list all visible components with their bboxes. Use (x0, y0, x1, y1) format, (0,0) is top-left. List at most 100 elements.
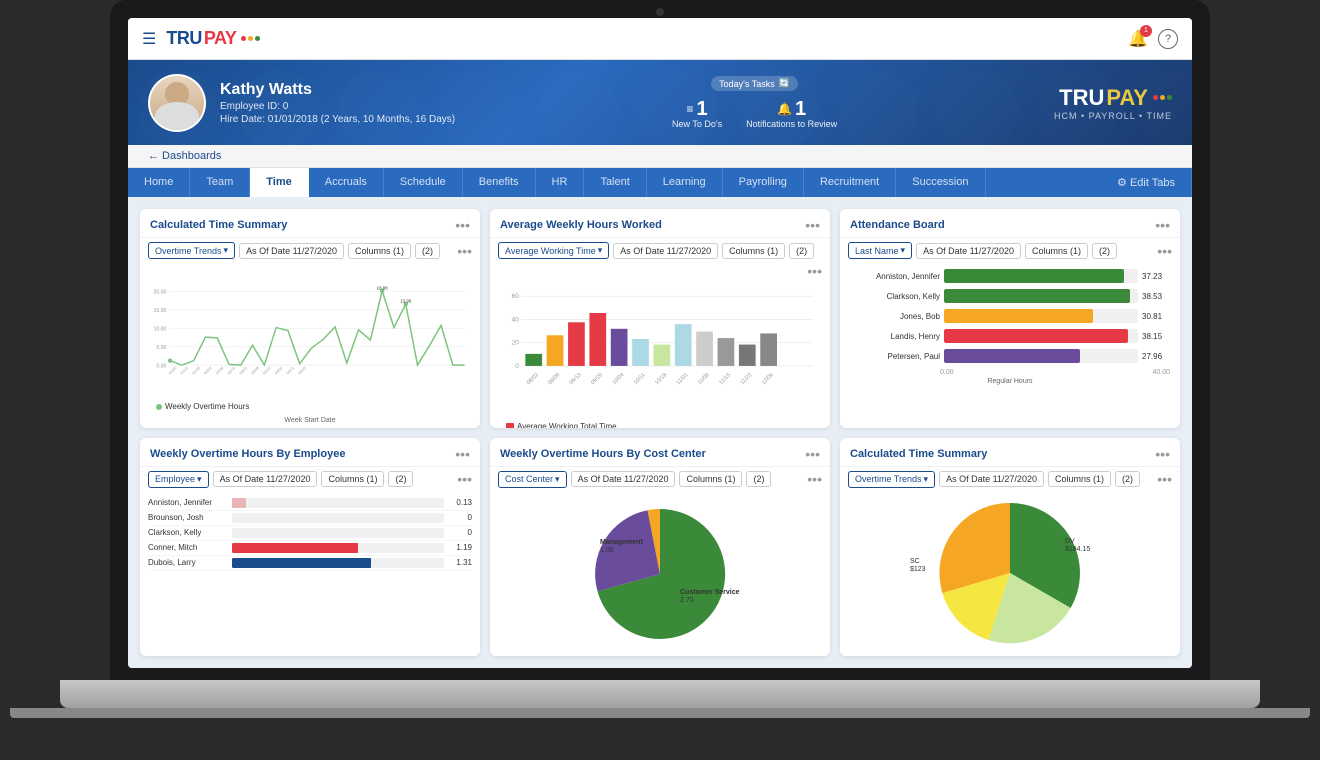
card2-body: 60 40 20 0 (490, 283, 830, 428)
tab-team[interactable]: Team (190, 168, 250, 197)
card1-filter2[interactable]: As Of Date 11/27/2020 (239, 243, 344, 259)
attendance-row-3: Jones, Bob 30.81 (850, 309, 1170, 323)
topbar-left: ☰ TRU PAY (142, 28, 260, 49)
card1-more[interactable]: ••• (457, 243, 472, 259)
employee-name-4: Landis, Henry (850, 332, 940, 341)
new-todos-count: 1 (696, 99, 707, 119)
logo-tru: TRU (166, 28, 202, 49)
svg-text:SC: SC (910, 558, 920, 565)
avatar-body (155, 102, 199, 130)
tab-hr[interactable]: HR (536, 168, 585, 197)
topbar: ☰ TRU PAY 🔔 (128, 18, 1192, 60)
card4-more[interactable]: ••• (457, 471, 472, 487)
card2-filter2[interactable]: As Of Date 11/27/2020 (613, 243, 718, 259)
card5-filter4[interactable]: (2) (746, 471, 771, 487)
tab-time[interactable]: Time (250, 168, 308, 197)
svg-text:03/01: 03/01 (239, 366, 248, 375)
card5-more[interactable]: ••• (807, 471, 822, 487)
card4-filter3[interactable]: Columns (1) (321, 471, 384, 487)
card2-filter3[interactable]: Columns (1) (722, 243, 785, 259)
laptop-base (60, 680, 1260, 708)
tab-talent[interactable]: Talent (584, 168, 646, 197)
card1-body: 20.00 15.00 10.00 5.00 0.00 (140, 263, 480, 428)
employee-id: Employee ID: 0 (220, 101, 455, 112)
card3-filter2[interactable]: As Of Date 11/27/2020 (916, 243, 1021, 259)
card5-filter1[interactable]: Cost Center ▾ (498, 471, 567, 488)
hamburger-menu[interactable]: ☰ (142, 29, 156, 49)
card1-menu[interactable]: ••• (455, 217, 470, 233)
svg-text:0: 0 (515, 363, 519, 370)
card6-menu[interactable]: ••• (1155, 446, 1170, 462)
card4-filter1[interactable]: Employee ▾ (148, 471, 209, 488)
pie-chart-container: Management 1.08 Customer Service 2.70 (498, 496, 822, 653)
laptop-frame: ☰ TRU PAY 🔔 (0, 0, 1320, 760)
employee-name-3: Jones, Bob (850, 312, 940, 321)
card3-more[interactable]: ••• (1157, 243, 1172, 259)
profile-info: Kathy Watts Employee ID: 0 Hire Date: 01… (220, 81, 455, 125)
svg-text:02/16: 02/16 (227, 366, 236, 375)
card6-filter3[interactable]: Columns (1) (1048, 471, 1111, 487)
card2-menu[interactable]: ••• (805, 217, 820, 233)
laptop-foot (10, 708, 1310, 718)
line-chart-svg: 20.00 15.00 10.00 5.00 0.00 (148, 267, 472, 397)
card-avg-weekly-hours: Average Weekly Hours Worked ••• Average … (490, 209, 830, 428)
card5-menu[interactable]: ••• (805, 446, 820, 462)
card6-filter2[interactable]: As Of Date 11/27/2020 (939, 471, 1044, 487)
card3-filter4[interactable]: (2) (1092, 243, 1117, 259)
tab-schedule[interactable]: Schedule (384, 168, 463, 197)
card5-filter2[interactable]: As Of Date 11/27/2020 (571, 471, 676, 487)
new-todos-label: New To Do's (672, 119, 722, 129)
card6-more[interactable]: ••• (1157, 471, 1172, 487)
card1-filter1[interactable]: Overtime Trends ▾ (148, 242, 235, 259)
svg-text:03/15: 03/15 (262, 366, 271, 375)
card2-more[interactable]: ••• (807, 263, 822, 279)
employee-table: Anniston, Jennifer 0.13 Brounson, Josh (148, 496, 472, 571)
bar-chart-svg: 60 40 20 0 (498, 287, 822, 417)
card1-filter4[interactable]: (2) (415, 243, 440, 259)
card1-filter3[interactable]: Columns (1) (348, 243, 411, 259)
tab-accruals[interactable]: Accruals (309, 168, 384, 197)
card4-body: Anniston, Jennifer 0.13 Brounson, Josh (140, 492, 480, 657)
card6-filter1[interactable]: Overtime Trends ▾ (848, 471, 935, 488)
card4-filter4[interactable]: (2) (388, 471, 413, 487)
tab-payrolling[interactable]: Payrolling (723, 168, 804, 197)
card2-legend: Average Working Total Time (498, 420, 822, 428)
svg-text:5.00: 5.00 (156, 345, 166, 351)
tab-learning[interactable]: Learning (647, 168, 723, 197)
card4-menu[interactable]: ••• (455, 446, 470, 462)
tab-recruitment[interactable]: Recruitment (804, 168, 896, 197)
card3-filter3[interactable]: Columns (1) (1025, 243, 1088, 259)
card6-filter4[interactable]: (2) (1115, 471, 1140, 487)
employee-name-2: Clarkson, Kelly (850, 292, 940, 301)
card3-menu[interactable]: ••• (1155, 217, 1170, 233)
tab-edit-tabs[interactable]: ⚙ Edit Tabs (1101, 168, 1192, 197)
svg-text:10/18: 10/18 (654, 372, 668, 386)
svg-text:11/15: 11/15 (718, 372, 732, 386)
svg-text:$184.15: $184.15 (1065, 546, 1090, 553)
card4-filter2[interactable]: As Of Date 11/27/2020 (213, 471, 318, 487)
laptop-screen-border: ☰ TRU PAY 🔔 (110, 0, 1210, 680)
topbar-right: 🔔 1 ? (1128, 29, 1178, 49)
breadcrumb-text[interactable]: ← Dashboards (148, 150, 221, 162)
card3-body: Anniston, Jennifer 37.23 Clarkson, Kelly (840, 263, 1180, 428)
profile-left: Kathy Watts Employee ID: 0 Hire Date: 01… (148, 74, 455, 132)
card-overtime-by-cost-center: Weekly Overtime Hours By Cost Center •••… (490, 438, 830, 657)
svg-text:18.88: 18.88 (377, 285, 389, 290)
tab-benefits[interactable]: Benefits (463, 168, 536, 197)
card2-filter1[interactable]: Average Working Time ▾ (498, 242, 609, 259)
emp-row-4: Conner, Mitch 1.19 (148, 541, 472, 556)
card-attendance-board: Attendance Board ••• Last Name ▾ As Of D… (840, 209, 1180, 428)
card3-filter1[interactable]: Last Name ▾ (848, 242, 912, 259)
attendance-row-1: Anniston, Jennifer 37.23 (850, 269, 1170, 283)
help-button[interactable]: ? (1158, 29, 1178, 49)
svg-text:08/09: 08/09 (547, 372, 561, 386)
notification-icon[interactable]: 🔔 1 (1128, 29, 1148, 49)
card2-filter4[interactable]: (2) (789, 243, 814, 259)
laptop-screen: ☰ TRU PAY 🔔 (128, 18, 1192, 668)
tab-home[interactable]: Home (128, 168, 190, 197)
svg-text:$123: $123 (910, 566, 926, 573)
attendance-row-5: Petersen, Paul 27.96 (850, 349, 1170, 363)
notifications-count: 1 (795, 99, 806, 119)
card5-filter3[interactable]: Columns (1) (679, 471, 742, 487)
tab-succession[interactable]: Succession (896, 168, 985, 197)
